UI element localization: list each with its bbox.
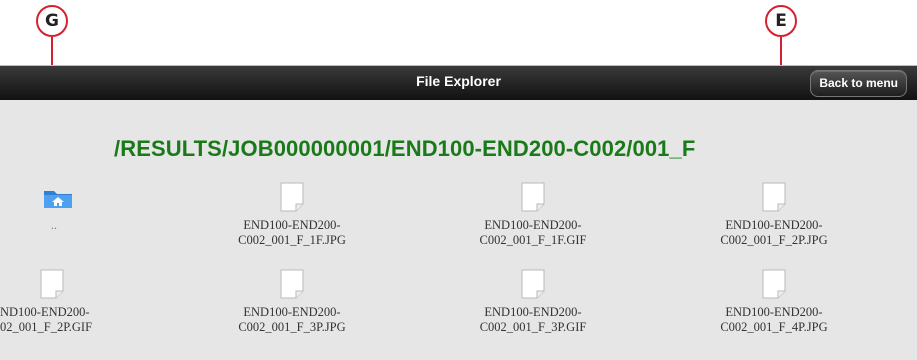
file-icon [40,269,64,299]
file-item[interactable]: END100-END200- C002_001_F_3P.GIF [433,269,633,335]
file-item[interactable]: END100-END200- C002_001_F_2P.JPG [674,182,874,248]
title-bar: File Explorer Back to menu [0,66,917,100]
file-name: END100-END200- C002_001_F_1F.JPG [238,218,346,247]
callout-g-label: G [45,11,59,31]
file-item[interactable]: END100-END200- C002_001_F_1F.JPG [192,182,392,248]
file-item[interactable]: END100-END200- C002_001_F_4P.JPG [674,269,874,335]
file-name: END100-END200- C002_001_F_3P.JPG [238,305,346,334]
file-icon [762,269,786,299]
page-title: File Explorer [416,73,501,89]
file-item[interactable]: END100-END200- C002_001_F_1F.GIF [433,182,633,248]
file-explorer-panel: File Explorer Back to menu /RESULTS/JOB0… [0,65,917,360]
back-to-menu-button[interactable]: Back to menu [810,70,907,97]
file-icon [521,269,545,299]
file-item[interactable]: END100-END200- C002_001_F_3P.JPG [192,269,392,335]
file-name: END100-END200- C002_001_F_1F.GIF [479,218,587,247]
callout-e-label: E [775,11,787,31]
file-name: END100-END200- C002_001_F_4P.JPG [720,305,828,334]
current-path: /RESULTS/JOB000000001/END100-END200-C002… [114,136,696,161]
file-name: END100-END200- C002_001_F_3P.GIF [479,305,587,334]
file-name: END100-END200- C002_001_F_2P.JPG [720,218,828,247]
file-icon [521,182,545,212]
callout-g-marker: G [36,5,68,37]
home-folder-icon[interactable] [42,186,74,210]
file-icon [280,269,304,299]
parent-dir-label[interactable]: .. [51,218,57,233]
file-name: ND100-END200- 02_001_F_2P.GIF [0,305,93,334]
file-icon [762,182,786,212]
callout-e-marker: E [765,5,797,37]
file-icon [280,182,304,212]
file-item[interactable]: ND100-END200- 02_001_F_2P.GIF [0,269,152,335]
